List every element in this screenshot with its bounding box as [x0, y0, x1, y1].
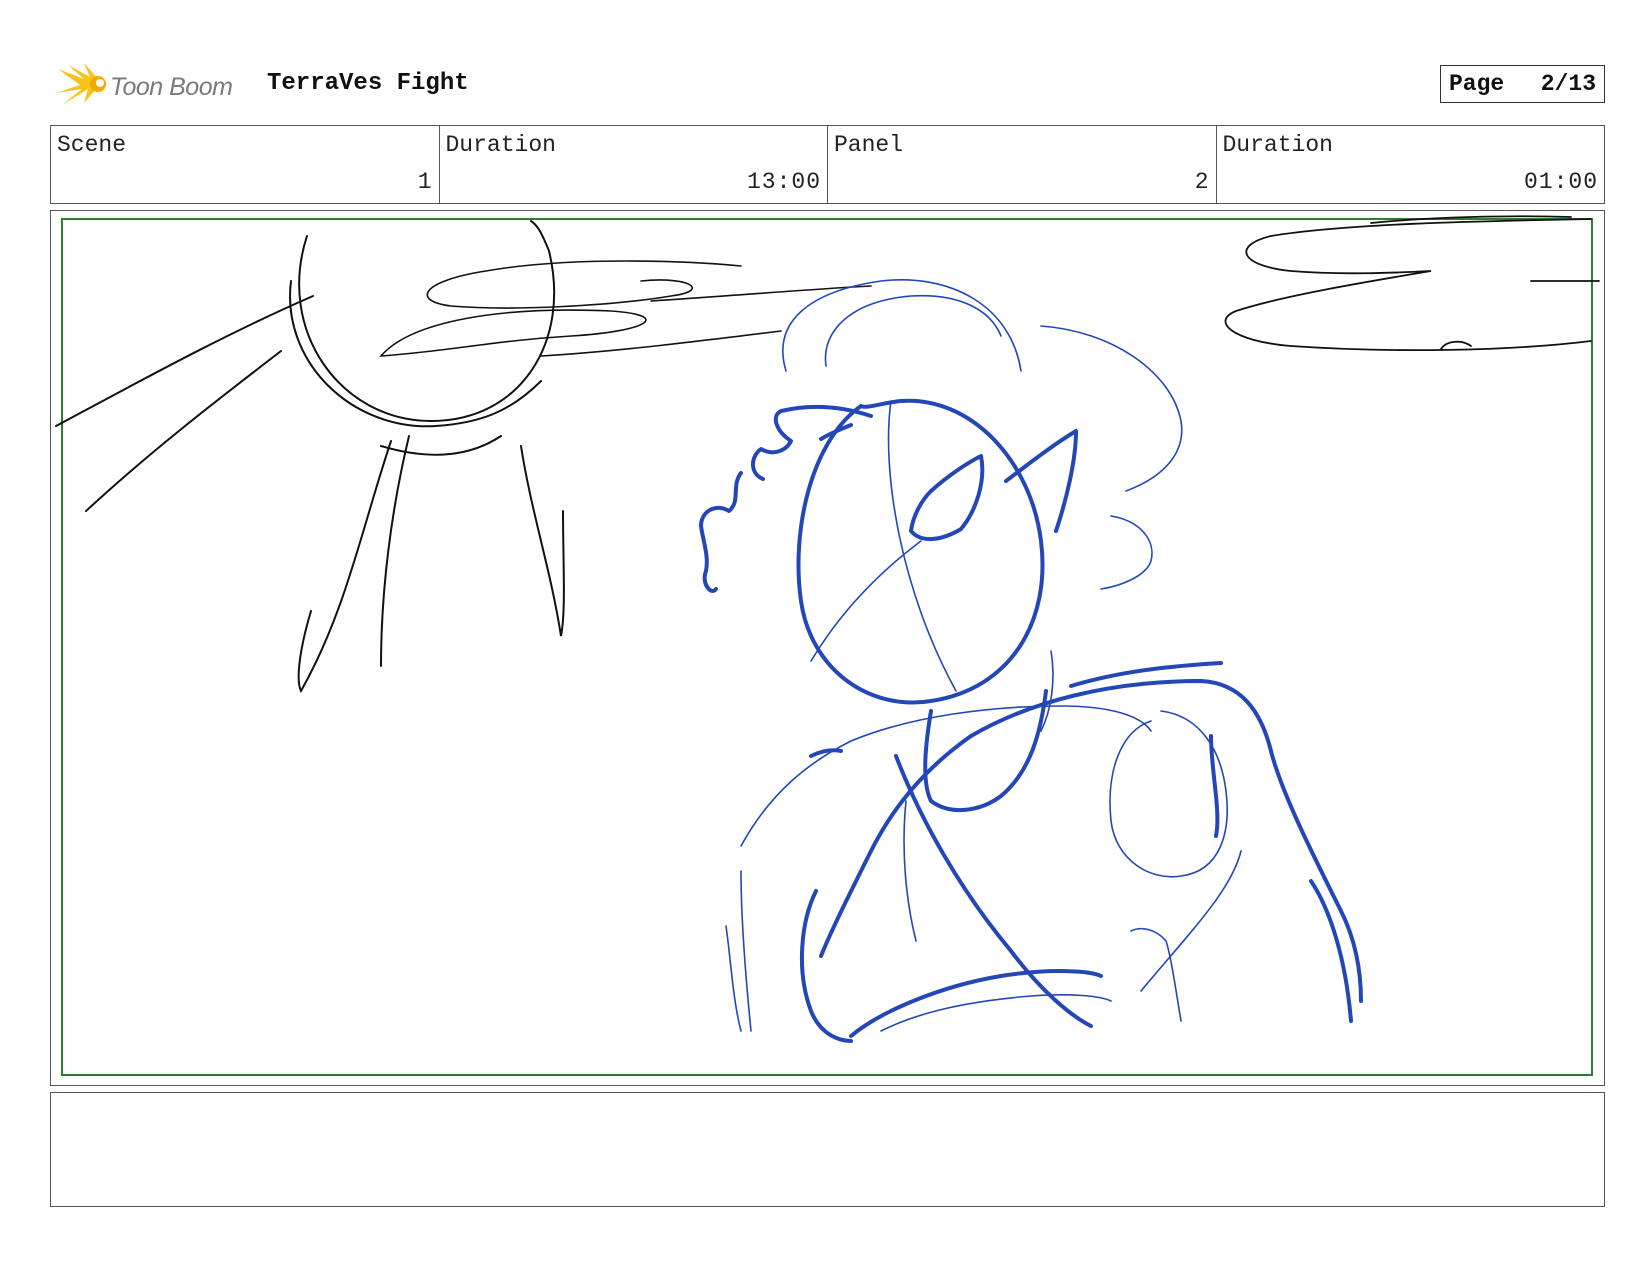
- panel-frame: [50, 210, 1605, 1086]
- toon-boom-logo: Toon Boom: [54, 59, 254, 111]
- cloud-sketch-left: [379, 260, 872, 357]
- scene-cell: Scene 1: [51, 126, 440, 203]
- project-title: TerraVes Fight: [267, 70, 469, 97]
- logo-text: Toon Boom: [110, 73, 233, 101]
- panel-sketch: [55, 215, 1600, 1076]
- scene-value: 1: [417, 169, 433, 195]
- character-sketch: [699, 398, 1363, 1043]
- page-indicator: Page 2/13: [1440, 65, 1605, 103]
- panel-duration-value: 01:00: [1523, 169, 1598, 195]
- scene-label: Scene: [57, 132, 127, 158]
- page-label: Page: [1449, 71, 1505, 97]
- scene-duration-cell: Duration 13:00: [440, 126, 828, 203]
- panel-cell: Panel 2: [828, 126, 1217, 203]
- panel-label: Panel: [834, 132, 904, 158]
- toon-boom-star-icon: [56, 63, 106, 105]
- panel-notes: [50, 1092, 1605, 1207]
- cloud-sketch-right: [1224, 215, 1600, 352]
- storyboard-header: Toon Boom TerraVes Fight Page 2/13: [50, 55, 1605, 115]
- panel-duration-cell: Duration 01:00: [1217, 126, 1605, 203]
- scene-info-row: Scene 1 Duration 13:00 Panel 2 Duration …: [50, 125, 1605, 204]
- scene-duration-label: Duration: [445, 132, 556, 158]
- panel-duration-label: Duration: [1222, 132, 1333, 158]
- page-number: 2/13: [1540, 71, 1596, 97]
- sun-sketch: [55, 220, 565, 694]
- panel-value: 2: [1194, 169, 1210, 195]
- scene-duration-value: 13:00: [746, 169, 821, 195]
